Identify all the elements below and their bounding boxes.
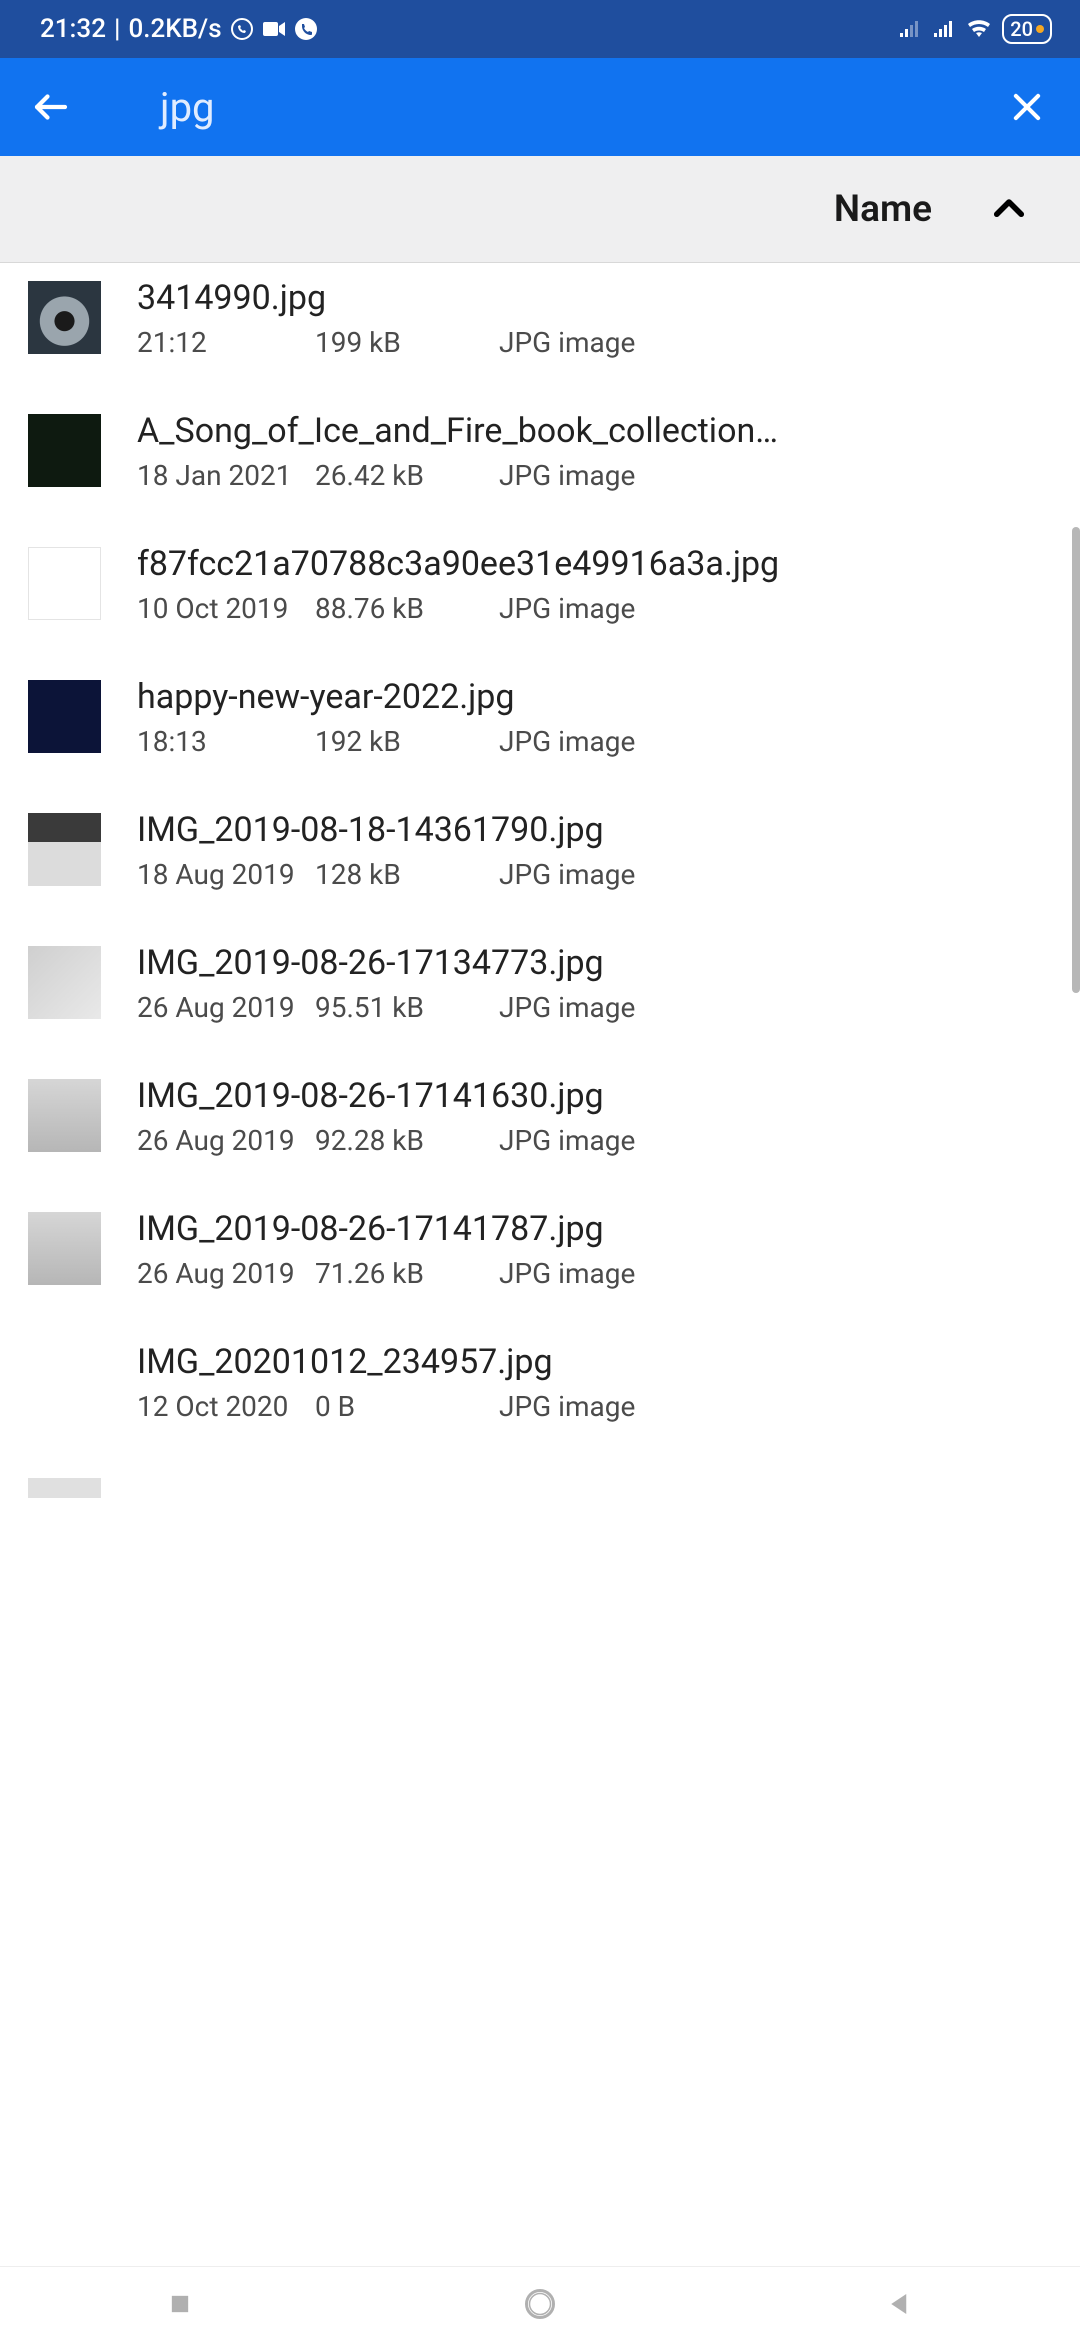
file-thumbnail bbox=[28, 1478, 101, 1498]
file-row[interactable]: IMG_2019-08-26-17134773.jpg 26 Aug 2019 … bbox=[0, 928, 1080, 1061]
file-list: 3414990.jpg 21:12 199 kB JPG image A_Son… bbox=[0, 263, 1080, 1498]
file-row[interactable]: IMG_2019-08-18-14361790.jpg 18 Aug 2019 … bbox=[0, 795, 1080, 928]
battery-indicator: 20 bbox=[1002, 14, 1052, 44]
file-name: A_Song_of_Ice_and_Fire_book_collection… bbox=[137, 410, 1052, 453]
scroll-thumb[interactable] bbox=[1072, 527, 1080, 993]
file-name: f87fcc21a70788c3a90ee31e49916a3a.jpg bbox=[137, 543, 1052, 586]
whatsapp-icon bbox=[230, 17, 254, 41]
file-size: 192 kB bbox=[315, 725, 499, 758]
file-thumbnail bbox=[28, 414, 101, 487]
file-thumbnail bbox=[28, 1345, 101, 1418]
app-bar: jpg bbox=[0, 58, 1080, 156]
file-size: 95.51 kB bbox=[315, 991, 499, 1024]
file-type: JPG image bbox=[499, 858, 635, 891]
file-type: JPG image bbox=[499, 326, 635, 359]
file-date: 26 Aug 2019 bbox=[137, 1124, 315, 1157]
status-time: 21:32 bbox=[40, 14, 106, 44]
file-name: IMG_20201012_234957.jpg bbox=[137, 1341, 1052, 1384]
file-row[interactable] bbox=[0, 1460, 1080, 1498]
file-type: JPG image bbox=[499, 1257, 635, 1290]
file-size: 92.28 kB bbox=[315, 1124, 499, 1157]
status-bar: 21:32 | 0.2KB/s 20 bbox=[0, 0, 1080, 58]
file-date: 26 Aug 2019 bbox=[137, 1257, 315, 1290]
signal-2-icon bbox=[932, 19, 956, 39]
file-type: JPG image bbox=[499, 991, 635, 1024]
file-thumbnail bbox=[28, 1212, 101, 1285]
clear-search-button[interactable] bbox=[1002, 88, 1052, 126]
file-size: 0 B bbox=[315, 1390, 499, 1423]
file-row[interactable]: IMG_2019-08-26-17141630.jpg 26 Aug 2019 … bbox=[0, 1061, 1080, 1194]
file-type: JPG image bbox=[499, 459, 635, 492]
back-nav-button[interactable] bbox=[870, 2289, 930, 2319]
file-name: 3414990.jpg bbox=[137, 277, 1052, 320]
file-thumbnail bbox=[28, 281, 101, 354]
file-size: 199 kB bbox=[315, 326, 499, 359]
file-type: JPG image bbox=[499, 1124, 635, 1157]
recent-apps-button[interactable] bbox=[150, 2290, 210, 2318]
file-thumbnail bbox=[28, 547, 101, 620]
back-button[interactable] bbox=[30, 86, 90, 128]
phone-icon bbox=[294, 17, 318, 41]
file-date: 18 Aug 2019 bbox=[137, 858, 315, 891]
status-divider: | bbox=[114, 14, 120, 44]
file-row[interactable]: IMG_20201012_234957.jpg 12 Oct 2020 0 B … bbox=[0, 1327, 1080, 1460]
file-name: IMG_2019-08-26-17141787.jpg bbox=[137, 1208, 1052, 1251]
file-thumbnail bbox=[28, 813, 101, 886]
system-nav-bar bbox=[0, 2266, 1080, 2340]
file-thumbnail bbox=[28, 946, 101, 1019]
file-size: 26.42 kB bbox=[315, 459, 499, 492]
search-input[interactable]: jpg bbox=[90, 84, 1002, 131]
file-row[interactable]: IMG_2019-08-26-17141787.jpg 26 Aug 2019 … bbox=[0, 1194, 1080, 1327]
file-name: happy-new-year-2022.jpg bbox=[137, 676, 1052, 719]
file-name: IMG_2019-08-26-17141630.jpg bbox=[137, 1075, 1052, 1118]
sort-label: Name bbox=[834, 188, 932, 231]
file-date: 18:13 bbox=[137, 725, 315, 758]
chevron-up-icon bbox=[988, 188, 1030, 230]
file-thumbnail bbox=[28, 1079, 101, 1152]
file-thumbnail bbox=[28, 680, 101, 753]
file-row[interactable]: A_Song_of_Ice_and_Fire_book_collection… … bbox=[0, 396, 1080, 529]
file-row[interactable]: happy-new-year-2022.jpg 18:13 192 kB JPG… bbox=[0, 662, 1080, 795]
file-size: 88.76 kB bbox=[315, 592, 499, 625]
sort-bar[interactable]: Name bbox=[0, 156, 1080, 263]
wifi-icon bbox=[966, 19, 992, 39]
home-button[interactable] bbox=[510, 2286, 570, 2322]
file-name: IMG_2019-08-26-17134773.jpg bbox=[137, 942, 1052, 985]
file-type: JPG image bbox=[499, 1390, 635, 1423]
file-type: JPG image bbox=[499, 592, 635, 625]
file-date: 26 Aug 2019 bbox=[137, 991, 315, 1024]
signal-1-icon bbox=[898, 19, 922, 39]
file-type: JPG image bbox=[499, 725, 635, 758]
file-date: 10 Oct 2019 bbox=[137, 592, 315, 625]
file-date: 12 Oct 2020 bbox=[137, 1390, 315, 1423]
file-date: 18 Jan 2021 bbox=[137, 459, 315, 492]
file-size: 71.26 kB bbox=[315, 1257, 499, 1290]
file-row[interactable]: 3414990.jpg 21:12 199 kB JPG image bbox=[0, 263, 1080, 396]
file-size: 128 kB bbox=[315, 858, 499, 891]
video-icon bbox=[262, 19, 286, 39]
battery-percent: 20 bbox=[1010, 17, 1033, 41]
file-date: 21:12 bbox=[137, 326, 315, 359]
file-name: IMG_2019-08-18-14361790.jpg bbox=[137, 809, 1052, 852]
status-net-speed: 0.2KB/s bbox=[128, 14, 221, 44]
file-row[interactable]: f87fcc21a70788c3a90ee31e49916a3a.jpg 10 … bbox=[0, 529, 1080, 662]
